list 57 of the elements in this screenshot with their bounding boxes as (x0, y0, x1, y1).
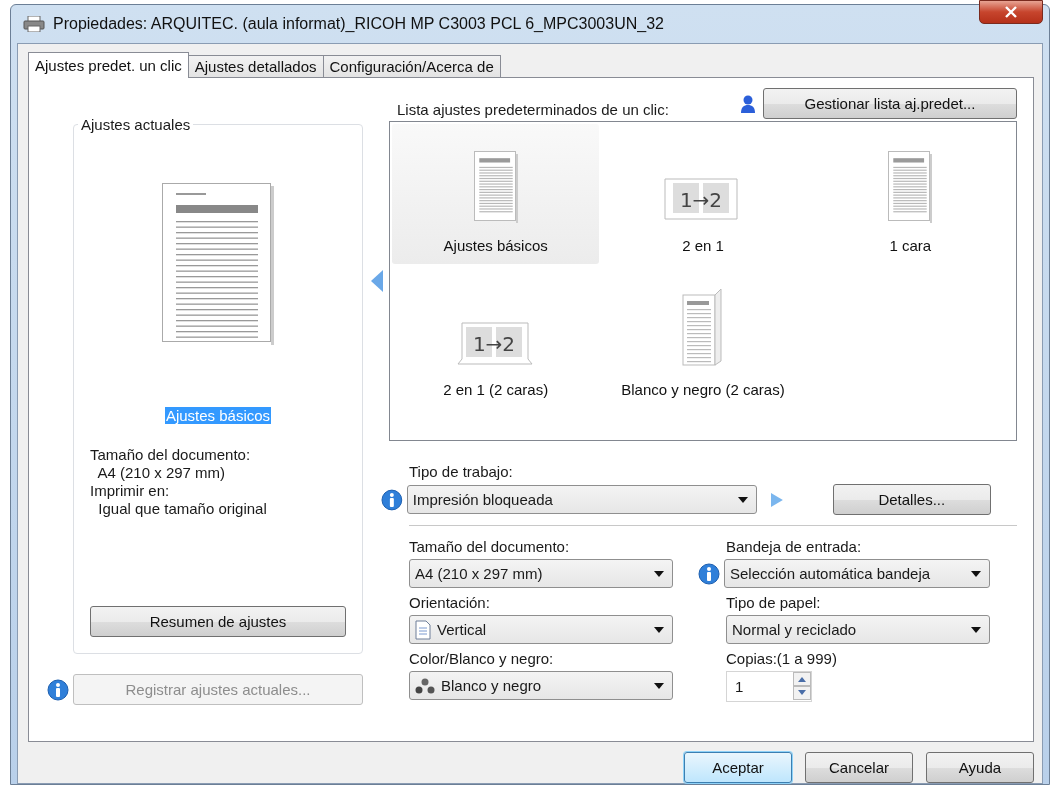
dropdown[interactable]: Vertical (409, 615, 673, 644)
dialog-button[interactable]: Cancelar (805, 752, 913, 783)
dropdown[interactable]: Selección automática bandeja (724, 559, 990, 588)
document-icon (473, 151, 518, 223)
window-title: Propiedades: ARQUITEC. (aula informat)_RICOH MP C3003 PCL 6_MPC3003UN_32 (53, 15, 664, 33)
dropdown[interactable]: Normal y reciclado (726, 615, 990, 644)
dots-icon (415, 677, 435, 694)
field-label: Tamaño del documento: (409, 538, 571, 556)
settings-detail: A4 (210 x 297 mm) (96, 464, 227, 482)
info-icon (47, 678, 69, 701)
caret-icon (737, 496, 748, 503)
info-icon (698, 562, 720, 585)
page-icon (415, 619, 431, 640)
document-icon (888, 151, 933, 223)
document-preview-icon (162, 183, 274, 345)
field-label: Orientación: (409, 594, 491, 612)
info-icon (381, 488, 403, 511)
settings-detail: Imprimir en: (90, 482, 171, 500)
duplex-page-icon (682, 287, 724, 367)
manage-list-button[interactable]: Gestionar lista aj.predet... (763, 88, 1017, 119)
dropdown[interactable]: A4 (210 x 297 mm) (409, 559, 673, 588)
copies-field[interactable]: 1 (726, 671, 812, 702)
caret-icon (654, 682, 664, 689)
preset-item[interactable]: 1→2 2 en 1 (599, 124, 807, 264)
settings-detail: Igual que tamaño original (97, 500, 268, 518)
caret-icon (971, 570, 981, 577)
list-title: Lista ajustes predeterminados de un clic: (397, 101, 669, 119)
preset-item[interactable]: Ajustes básicos (392, 124, 600, 264)
two-in-one-duplex-icon: 1→2 (455, 321, 536, 367)
dialog-button[interactable]: Ayuda (926, 752, 1034, 783)
printer-icon (23, 16, 45, 32)
dialog-button[interactable]: Aceptar (684, 752, 792, 783)
field-label: Tipo de trabajo: (409, 463, 514, 481)
tab[interactable]: Ajustes predet. un clic (28, 52, 189, 78)
preset-item[interactable]: Blanco y negro (2 caras) (599, 268, 807, 408)
tab[interactable]: Ajustes detallados (187, 55, 324, 78)
tab[interactable]: Configuración/Acerca de (322, 55, 501, 78)
summary-button[interactable]: Resumen de ajustes (90, 606, 346, 637)
settings-detail: Tamaño del documento: (90, 446, 252, 464)
caret-icon (654, 570, 664, 577)
dropdown[interactable]: Impresión bloqueada (406, 485, 757, 514)
field-label: Tipo de papel: (726, 594, 822, 612)
close-button[interactable] (979, 0, 1043, 24)
field-label: Copias:(1 a 999) (726, 650, 838, 668)
user-icon (741, 94, 755, 113)
field-label: Color/Blanco y negro: (409, 650, 555, 668)
close-icon (1005, 6, 1017, 18)
dropdown[interactable]: Blanco y negro (409, 671, 673, 700)
caret-icon (654, 626, 664, 633)
preset-item[interactable]: 1 cara (806, 124, 1014, 264)
preset-item[interactable]: 1→2 2 en 1 (2 caras) (392, 268, 600, 408)
details-button[interactable]: Detalles... (832, 484, 991, 515)
current-preset-name: Ajustes básicos (164, 407, 272, 424)
spinner-arrows-icon[interactable] (793, 672, 811, 701)
field-label: Bandeja de entrada: (726, 538, 863, 556)
caret-icon (971, 626, 981, 633)
group-title: Ajustes actuales (78, 116, 194, 133)
